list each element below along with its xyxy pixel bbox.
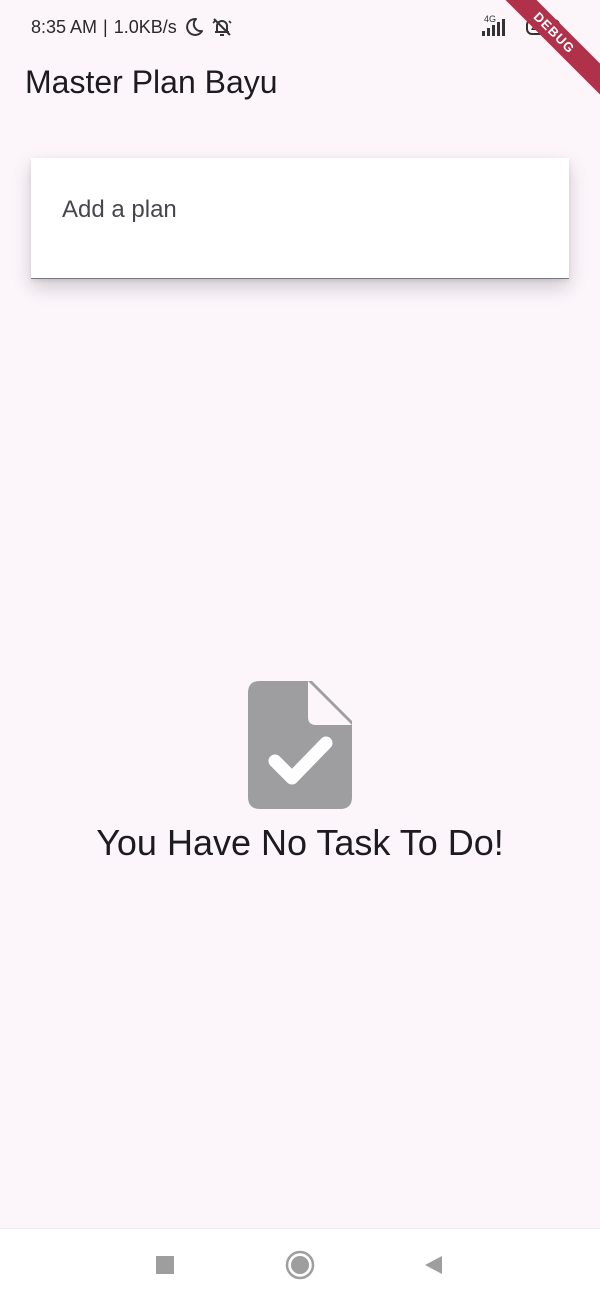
- status-time: 8:35 AM: [31, 16, 98, 37]
- system-nav-bar: [0, 1228, 600, 1301]
- add-plan-card[interactable]: [31, 158, 569, 279]
- charging-dot: [548, 23, 556, 31]
- status-left: 8:35 AM | 1.0KB/s: [31, 15, 233, 39]
- moon-icon: [183, 16, 205, 38]
- alarm-off-icon: [211, 16, 233, 38]
- home-circle-icon[interactable]: [284, 1249, 316, 1281]
- add-plan-input[interactable]: [62, 196, 522, 224]
- signal-icon: 4G: [480, 14, 518, 38]
- battery-level: 20: [531, 21, 544, 33]
- empty-state-message: You Have No Task To Do!: [96, 822, 504, 863]
- status-bar: 8:35 AM | 1.0KB/s 4G 20: [0, 0, 600, 52]
- status-separator: |: [103, 16, 108, 37]
- recents-square-icon[interactable]: [149, 1249, 181, 1281]
- status-right: 4G 20: [480, 14, 560, 40]
- task-file-check-icon: [248, 681, 352, 809]
- battery-icon: 20: [526, 19, 560, 35]
- back-triangle-icon[interactable]: [417, 1249, 449, 1281]
- page-title: Master Plan Bayu: [25, 64, 278, 100]
- status-net-speed: 1.0KB/s: [113, 16, 177, 37]
